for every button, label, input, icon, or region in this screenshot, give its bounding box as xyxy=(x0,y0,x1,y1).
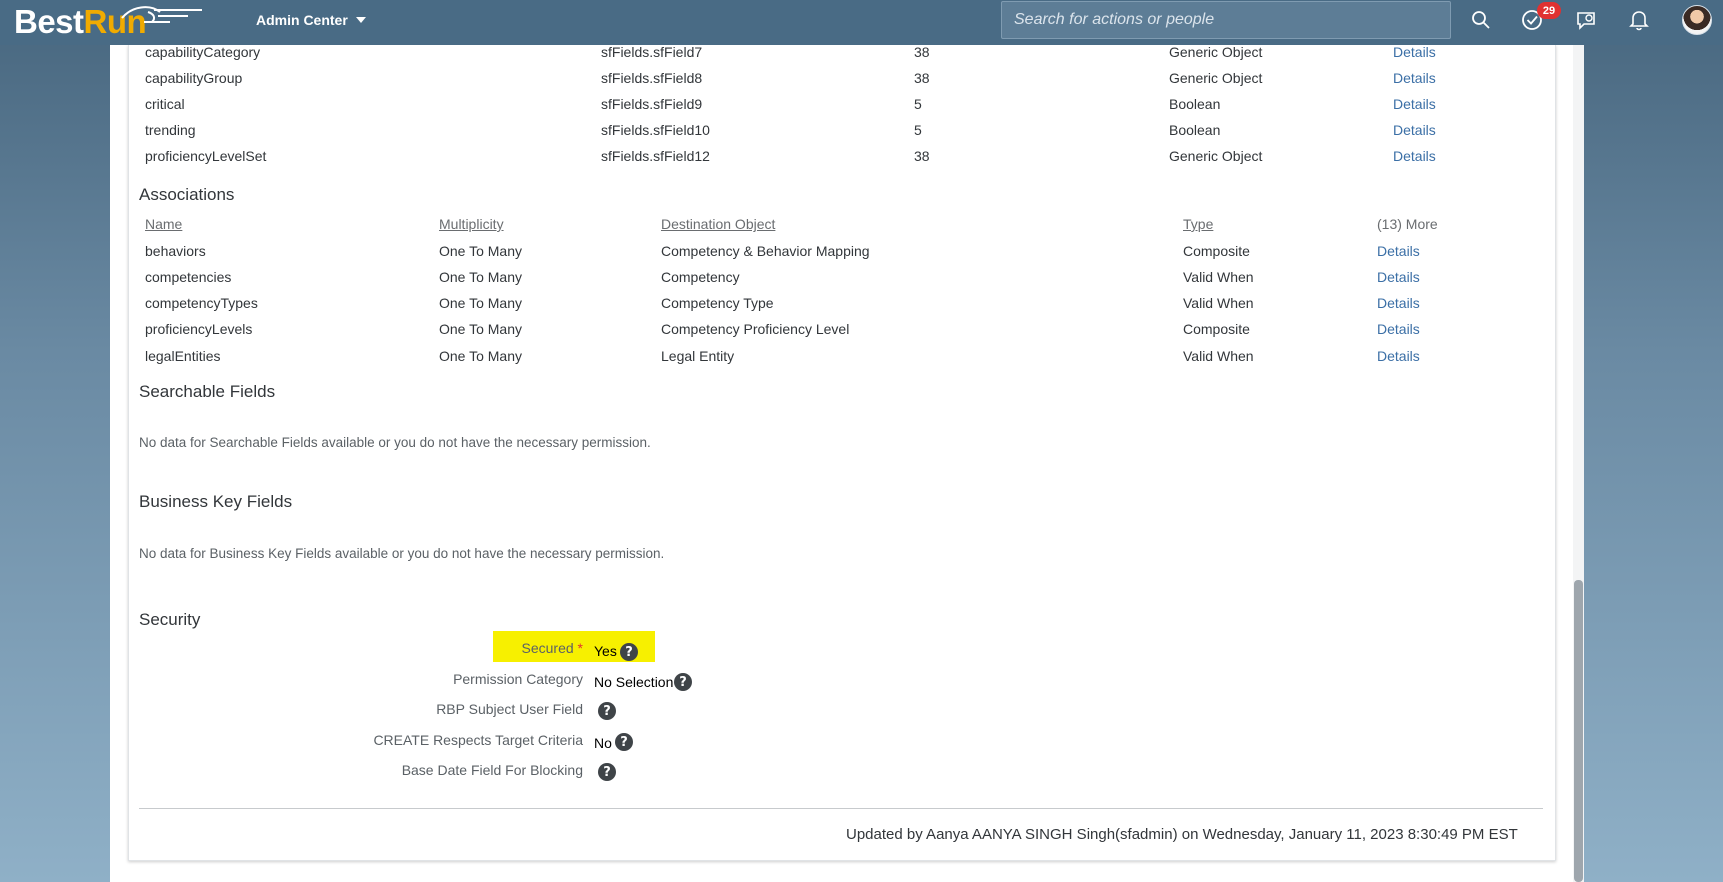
details-link[interactable]: Details xyxy=(1393,148,1436,164)
help-icon[interactable]: ? xyxy=(598,702,616,720)
field-db-column: sfFields.sfField8 xyxy=(601,70,703,86)
secured-value: Yes xyxy=(594,643,617,659)
details-link[interactable]: Details xyxy=(1377,295,1420,311)
field-db-column: sfFields.sfField7 xyxy=(601,44,703,60)
field-name: capabilityCategory xyxy=(145,44,261,60)
association-multiplicity: One To Many xyxy=(439,321,523,337)
details-link[interactable]: Details xyxy=(1393,96,1436,112)
logo-swoosh-icon xyxy=(121,6,202,23)
details-link[interactable]: Details xyxy=(1393,122,1436,138)
field-length: 5 xyxy=(914,96,922,112)
field-type: Boolean xyxy=(1169,96,1221,112)
details-link[interactable]: Details xyxy=(1377,269,1420,285)
permission-category-label: Permission Category xyxy=(453,671,583,687)
search-input[interactable]: Search for actions or people xyxy=(1001,1,1451,39)
field-type: Generic Object xyxy=(1169,148,1263,164)
association-destination: Competency & Behavior Mapping xyxy=(661,243,870,259)
field-name: critical xyxy=(145,96,185,112)
search-placeholder: Search for actions or people xyxy=(1014,11,1215,28)
field-db-column: sfFields.sfField10 xyxy=(601,122,710,138)
create-respects-target-criteria-label: CREATE Respects Target Criteria xyxy=(373,732,583,748)
searchable-fields-heading: Searchable Fields xyxy=(139,382,276,401)
details-link[interactable]: Details xyxy=(1377,348,1420,364)
association-destination: Legal Entity xyxy=(661,348,735,364)
field-name: trending xyxy=(145,122,196,138)
field-db-column: sfFields.sfField9 xyxy=(601,96,703,112)
help-icon[interactable]: ? xyxy=(674,673,692,691)
more-columns-link[interactable]: (13) More xyxy=(1377,216,1438,232)
association-type: Valid When xyxy=(1183,348,1254,364)
association-type: Composite xyxy=(1183,321,1250,337)
field-db-column: sfFields.sfField12 xyxy=(601,148,710,164)
security-heading: Security xyxy=(139,610,201,629)
association-multiplicity: One To Many xyxy=(439,243,523,259)
association-name: legalEntities xyxy=(145,348,221,364)
details-link[interactable]: Details xyxy=(1393,44,1436,60)
help-icon[interactable]: ? xyxy=(598,763,616,781)
association-name: behaviors xyxy=(145,243,206,259)
help-icon[interactable]: ? xyxy=(620,643,638,661)
association-name: competencies xyxy=(145,269,232,285)
search-icon[interactable] xyxy=(1469,8,1493,32)
business-key-fields-heading: Business Key Fields xyxy=(139,492,293,511)
todo-count-badge: 29 xyxy=(1537,2,1561,19)
column-header-destination[interactable]: Destination Object xyxy=(661,216,775,232)
field-type: Generic Object xyxy=(1169,44,1263,60)
field-type: Generic Object xyxy=(1169,70,1263,86)
searchable-fields-empty-message: No data for Searchable Fields available … xyxy=(139,435,651,450)
rbp-subject-user-field-label: RBP Subject User Field xyxy=(436,701,583,717)
secured-label: Secured * xyxy=(283,640,584,656)
admin-center-label: Admin Center xyxy=(256,12,348,28)
associations-heading: Associations xyxy=(139,185,235,204)
business-key-fields-empty-message: No data for Business Key Fields availabl… xyxy=(139,546,665,561)
association-multiplicity: One To Many xyxy=(439,295,523,311)
base-date-field-label: Base Date Field For Blocking xyxy=(401,762,583,778)
help-icon[interactable]: ? xyxy=(615,733,633,751)
association-name: proficiencyLevels xyxy=(145,321,253,337)
user-avatar[interactable] xyxy=(1682,5,1712,35)
footer-divider xyxy=(139,808,1543,809)
secured-label-text: Secured xyxy=(521,640,574,656)
feedback-chat-icon[interactable] xyxy=(1574,8,1598,32)
field-length: 38 xyxy=(914,70,930,86)
association-type: Valid When xyxy=(1183,295,1254,311)
permission-category-value: No Selection xyxy=(594,674,674,690)
admin-center-menu[interactable]: Admin Center xyxy=(256,0,366,40)
column-header-multiplicity[interactable]: Multiplicity xyxy=(439,216,504,232)
association-multiplicity: One To Many xyxy=(439,269,523,285)
field-type: Boolean xyxy=(1169,122,1221,138)
field-length: 38 xyxy=(914,148,930,164)
field-name: proficiencyLevelSet xyxy=(145,148,267,164)
association-multiplicity: One To Many xyxy=(439,348,523,364)
association-destination: Competency Type xyxy=(661,295,774,311)
association-destination: Competency xyxy=(661,269,740,285)
shell-bar: Best Run Admin Center Search for actions … xyxy=(0,0,1723,45)
bestrun-logo[interactable]: Best Run xyxy=(14,2,202,42)
association-type: Valid When xyxy=(1183,269,1254,285)
details-link[interactable]: Details xyxy=(1377,243,1420,259)
column-header-name[interactable]: Name xyxy=(145,216,182,232)
association-name: competencyTypes xyxy=(145,295,258,311)
required-marker: * xyxy=(577,640,583,656)
details-link[interactable]: Details xyxy=(1393,70,1436,86)
field-length: 38 xyxy=(914,44,930,60)
association-type: Composite xyxy=(1183,243,1250,259)
last-updated-text: Updated by Aanya AANYA SINGH Singh(sfadm… xyxy=(846,826,1518,843)
logo-best-text: Best xyxy=(14,3,84,40)
bell-icon[interactable] xyxy=(1627,8,1651,32)
scrollbar-thumb[interactable] xyxy=(1574,580,1583,882)
association-destination: Competency Proficiency Level xyxy=(661,321,850,337)
create-respects-target-criteria-value: No xyxy=(594,735,612,751)
details-link[interactable]: Details xyxy=(1377,321,1420,337)
field-length: 5 xyxy=(914,122,922,138)
chevron-down-icon xyxy=(355,17,366,23)
field-name: capabilityGroup xyxy=(145,70,243,86)
column-header-type[interactable]: Type xyxy=(1183,216,1213,232)
